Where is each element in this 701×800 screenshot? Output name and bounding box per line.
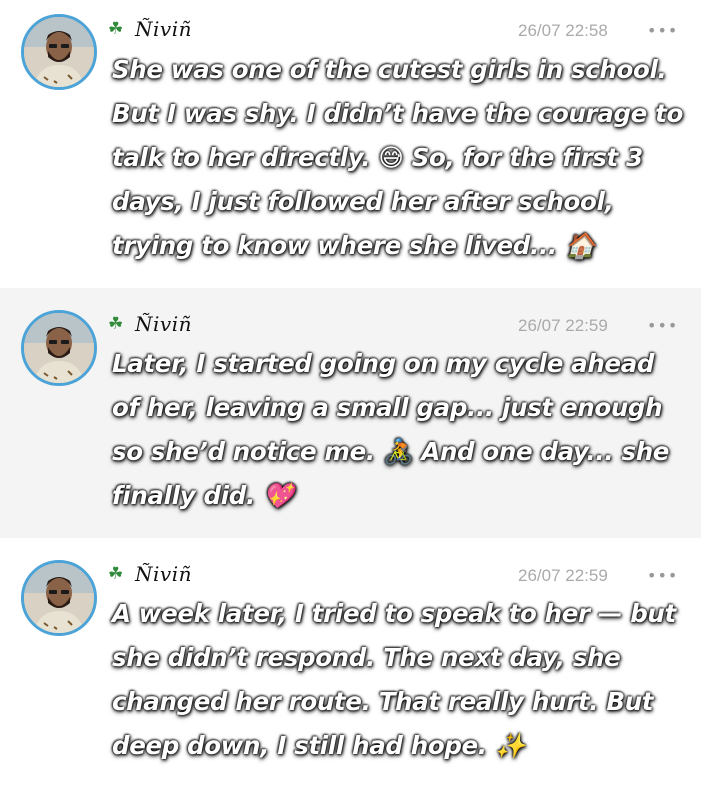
more-options-icon[interactable]: ••• — [647, 23, 677, 39]
comment-feed: ☘ Ñiviñ 26/07 22:58 ••• She was one of t… — [0, 0, 701, 800]
comment-post: ☘ Ñiviñ 26/07 22:59 ••• A week later, I … — [0, 538, 701, 800]
username[interactable]: Ñiviñ — [135, 312, 192, 336]
comment-line: She was one of the cutest girls in schoo… — [112, 55, 667, 84]
comment-text: Later, I started going on my cycle ahead… — [112, 342, 687, 518]
comment-line: she didn’t respond. The next day, she — [112, 643, 621, 672]
comment-line: But I was shy. I didn’t have the courage… — [112, 99, 683, 128]
avatar-photo — [24, 313, 94, 383]
comment-line: deep down, I still had hope. ✨ — [112, 731, 526, 760]
comment-post: ☘ Ñiviñ 26/07 22:58 ••• She was one of t… — [0, 0, 701, 288]
comment-line: days, I just followed her after school, — [112, 187, 614, 216]
comment-line: trying to know where she lived... 🏠 — [112, 231, 596, 260]
user-avatar[interactable] — [21, 310, 97, 386]
comment-text: A week later, I tried to speak to her — … — [112, 592, 687, 768]
more-options-icon[interactable]: ••• — [647, 318, 677, 334]
comment-line: of her, leaving a small gap... just enou… — [112, 393, 663, 422]
username[interactable]: Ñiviñ — [135, 562, 192, 586]
comment-line: Later, I started going on my cycle ahead — [112, 349, 655, 378]
user-avatar[interactable] — [21, 560, 97, 636]
comment-line: finally did. 💖 — [112, 481, 294, 510]
username[interactable]: Ñiviñ — [135, 17, 192, 41]
timestamp: 26/07 22:59 — [518, 566, 608, 585]
comment-line: changed her route. That really hurt. But — [112, 687, 654, 716]
user-avatar[interactable] — [21, 14, 97, 90]
comment-line: so she’d notice me. 🚴 And one day... she — [112, 437, 670, 466]
comment-post: ☘ Ñiviñ 26/07 22:59 ••• Later, I started… — [0, 288, 701, 538]
comment-text: She was one of the cutest girls in schoo… — [112, 48, 687, 268]
avatar-photo — [24, 17, 94, 87]
more-options-icon[interactable]: ••• — [647, 568, 677, 584]
avatar-photo — [24, 563, 94, 633]
timestamp: 26/07 22:58 — [518, 21, 608, 40]
four-leaf-clover-icon: ☘ — [108, 19, 124, 39]
timestamp: 26/07 22:59 — [518, 316, 608, 335]
four-leaf-clover-icon: ☘ — [108, 314, 124, 334]
comment-line: A week later, I tried to speak to her — … — [112, 599, 676, 628]
four-leaf-clover-icon: ☘ — [108, 564, 124, 584]
comment-line: talk to her directly. 😅 So, for the firs… — [112, 143, 643, 172]
